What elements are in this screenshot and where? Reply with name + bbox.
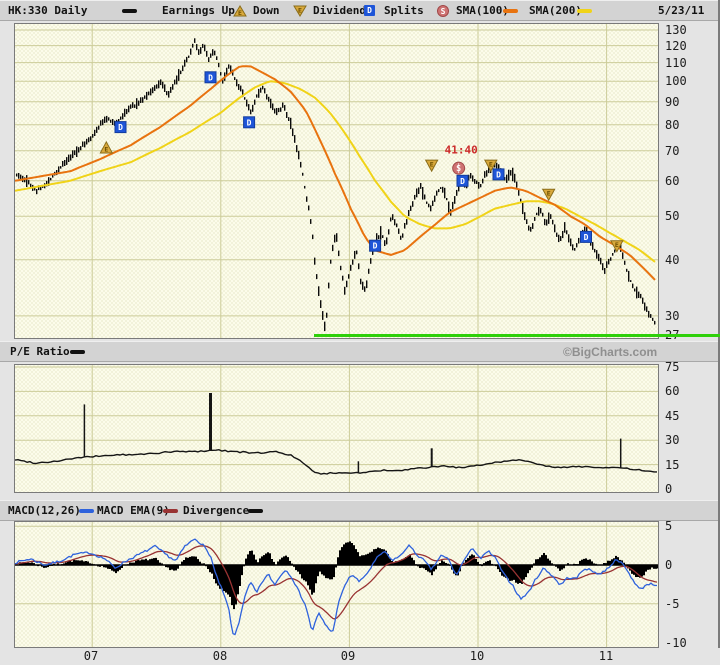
x-axis-year-label: 08 bbox=[212, 649, 228, 663]
y-axis-tick-label: 100 bbox=[665, 74, 687, 88]
x-axis-year-label: 10 bbox=[469, 649, 485, 663]
sma200-swatch-icon bbox=[577, 9, 592, 13]
macd-legend-ema-label: MACD EMA(9) bbox=[97, 504, 170, 517]
dividend-marker-icon: D bbox=[456, 174, 469, 187]
dividend-marker-icon: D bbox=[492, 168, 505, 181]
earnings-down-marker-icon: E bbox=[541, 188, 556, 202]
macd-line-swatch-icon bbox=[79, 509, 94, 513]
earnings-up-marker-icon: E bbox=[99, 140, 114, 154]
macd-legend-macd-label: MACD(12,26) bbox=[8, 504, 81, 517]
y-axis-tick-label: 70 bbox=[665, 144, 680, 158]
pe-chart bbox=[15, 365, 658, 492]
y-axis-tick-label: 30 bbox=[665, 433, 680, 447]
main-header-bar: HK:330 Daily Earnings Up E Down E Divide… bbox=[0, 0, 720, 21]
macd-panel bbox=[14, 521, 659, 648]
y-axis-tick-label: 110 bbox=[665, 56, 687, 70]
macd-legend-divergence-label: Divergence bbox=[183, 504, 250, 517]
chart-date: 5/23/11 bbox=[658, 4, 705, 17]
svg-text:E: E bbox=[298, 7, 302, 15]
earnings-down-marker-icon: E bbox=[424, 159, 439, 173]
macd-ema-swatch-icon bbox=[163, 509, 178, 513]
x-axis-year-label: 11 bbox=[598, 649, 614, 663]
pe-series-swatch-icon bbox=[70, 350, 85, 354]
svg-text:D: D bbox=[373, 242, 378, 251]
pe-title-bar: P/E Ratio ©BigCharts.com bbox=[0, 341, 720, 362]
y-axis-tick-label: 30 bbox=[665, 309, 680, 323]
legend-earnings-up-label: Earnings Up bbox=[162, 4, 235, 17]
pe-panel-title: P/E Ratio bbox=[10, 345, 70, 358]
y-axis-tick-label: 60 bbox=[665, 174, 680, 188]
price-y-axis: 1301201101009080706050403027 bbox=[661, 23, 718, 342]
y-axis-tick-label: 0 bbox=[665, 558, 673, 572]
svg-text:D: D bbox=[460, 177, 465, 186]
svg-text:D: D bbox=[496, 170, 501, 179]
y-axis-tick-label: 90 bbox=[665, 95, 680, 109]
price-chart: D D D D D D D E E E E E S 41:40 bbox=[15, 24, 658, 338]
y-axis-tick-label: -5 bbox=[665, 597, 680, 611]
dividend-marker-icon: D bbox=[243, 116, 256, 129]
dividend-marker-icon: D bbox=[114, 121, 127, 134]
y-axis-tick-label: -10 bbox=[665, 636, 687, 650]
svg-text:D: D bbox=[247, 118, 252, 127]
macd-title-bar: MACD(12,26) MACD EMA(9) Divergence bbox=[0, 500, 720, 521]
bigcharts-screen: HK:330 Daily Earnings Up E Down E Divide… bbox=[0, 0, 720, 665]
svg-text:D: D bbox=[584, 233, 589, 242]
x-axis-year-label: 09 bbox=[340, 649, 356, 663]
dividend-marker-icon: D bbox=[369, 239, 382, 252]
last-price-line bbox=[314, 334, 720, 337]
legend-sma200-label: SMA(200) bbox=[529, 4, 582, 17]
y-axis-tick-label: 50 bbox=[665, 209, 680, 223]
dividend-square-icon: D bbox=[364, 5, 375, 16]
svg-text:D: D bbox=[118, 123, 123, 132]
earnings-down-triangle-icon: E bbox=[293, 5, 307, 17]
svg-text:E: E bbox=[547, 190, 551, 198]
split-marker-icon: S bbox=[452, 161, 466, 175]
sma100-swatch-icon bbox=[503, 9, 518, 13]
x-axis: 07 08 09 10 11 bbox=[0, 649, 720, 665]
y-axis-tick-label: 130 bbox=[665, 23, 687, 37]
y-axis-tick-label: 120 bbox=[665, 39, 687, 53]
x-axis-year-label: 07 bbox=[83, 649, 99, 663]
symbol-period-title: HK:330 Daily bbox=[8, 4, 88, 17]
macd-y-axis: 5 0 -5 -10 bbox=[661, 519, 718, 650]
legend-splits-label: Splits bbox=[384, 4, 424, 17]
y-axis-tick-label: 80 bbox=[665, 118, 680, 132]
legend-earnings-down-label: Down bbox=[253, 4, 280, 17]
y-axis-tick-label: 40 bbox=[665, 253, 680, 267]
svg-text:E: E bbox=[615, 241, 619, 249]
svg-text:E: E bbox=[489, 161, 493, 169]
svg-text:E: E bbox=[104, 145, 108, 153]
y-axis-tick-label: 75 bbox=[665, 360, 680, 374]
y-axis-tick-label: 0 bbox=[665, 482, 673, 496]
svg-text:E: E bbox=[430, 161, 434, 169]
y-axis-tick-label: 5 bbox=[665, 519, 673, 533]
y-axis-tick-label: 60 bbox=[665, 384, 680, 398]
svg-text:D: D bbox=[208, 73, 213, 82]
pe-y-axis: 75 60 45 30 15 0 bbox=[661, 360, 718, 496]
split-circle-icon: S bbox=[437, 5, 449, 17]
divergence-swatch-icon bbox=[248, 509, 263, 513]
bigcharts-copyright-link[interactable]: ©BigCharts.com bbox=[563, 345, 657, 359]
dividend-marker-icon: D bbox=[204, 71, 217, 84]
earnings-up-triangle-icon: E bbox=[233, 5, 247, 17]
pe-panel bbox=[14, 364, 659, 493]
price-series-swatch-icon bbox=[122, 9, 137, 13]
macd-chart bbox=[15, 522, 658, 647]
price-panel: D D D D D D D E E E E E S 41:40 bbox=[14, 23, 659, 339]
svg-text:E: E bbox=[238, 9, 242, 17]
y-axis-tick-label: 15 bbox=[665, 458, 680, 472]
legend-sma100-label: SMA(100) bbox=[456, 4, 509, 17]
split-ratio-annotation: 41:40 bbox=[445, 144, 478, 157]
dividend-marker-icon: D bbox=[580, 230, 592, 243]
y-axis-tick-label: 45 bbox=[665, 409, 680, 423]
